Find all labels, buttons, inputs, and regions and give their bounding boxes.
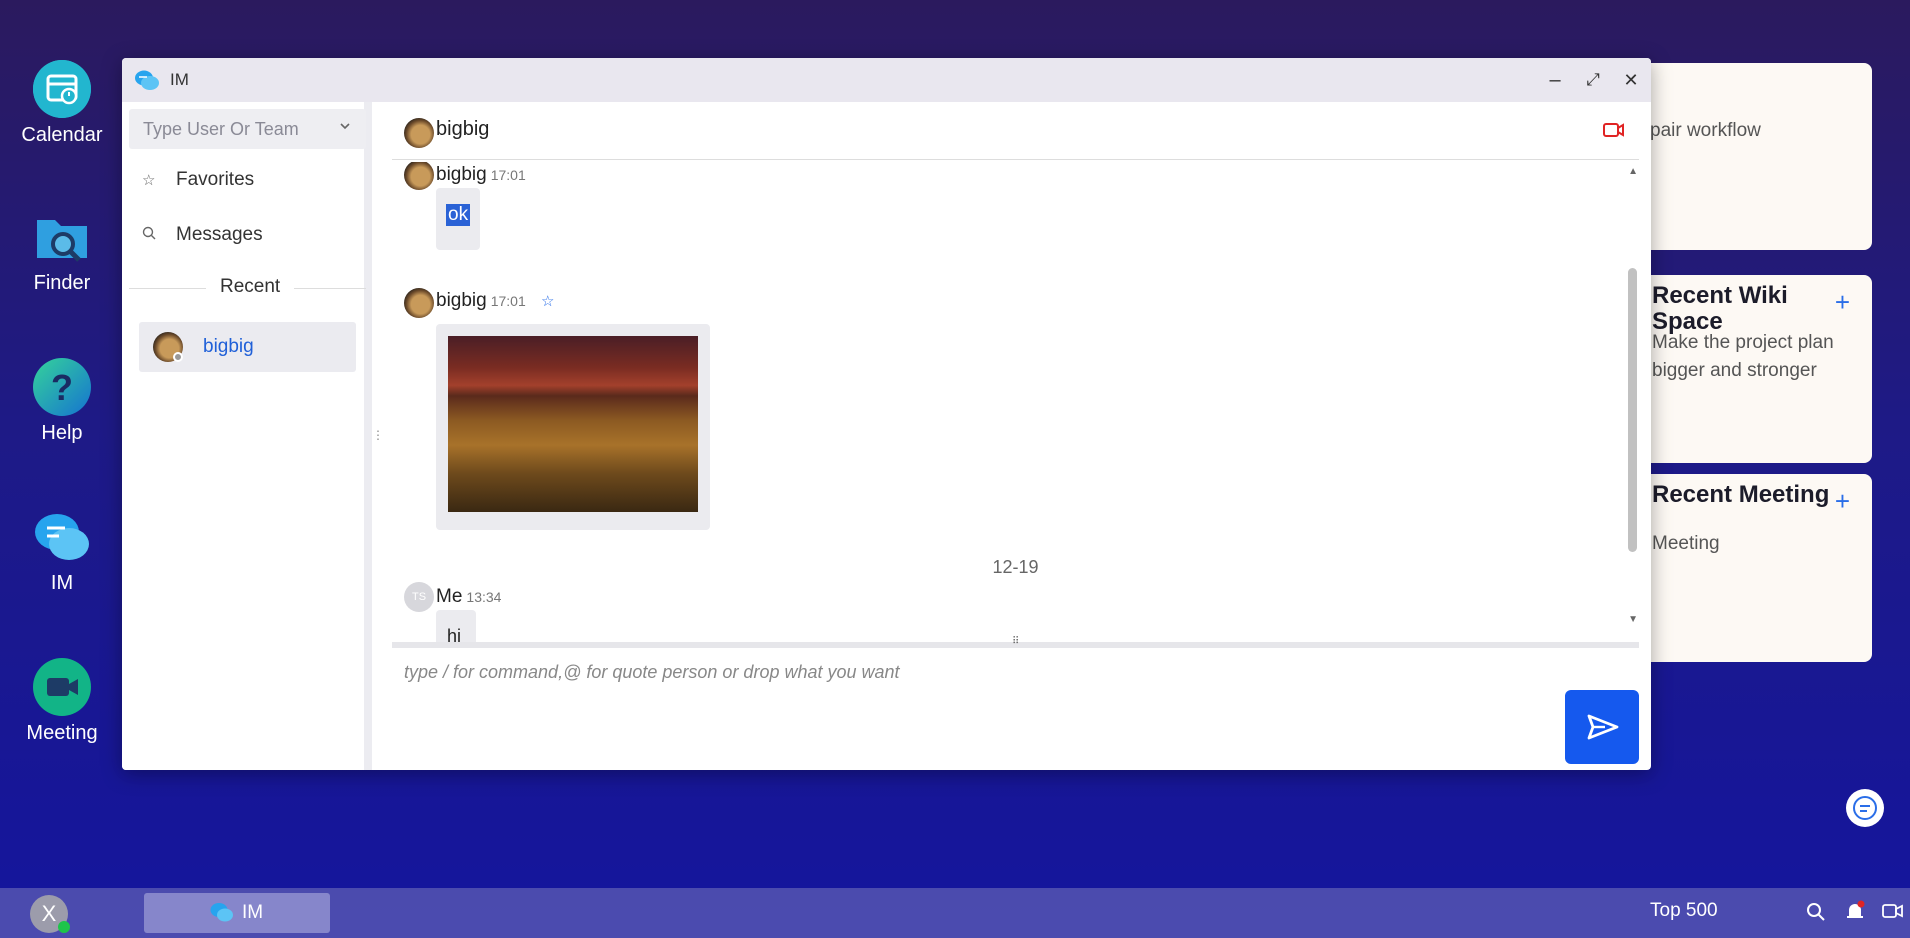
sidebar-item-messages[interactable]: Messages — [142, 224, 263, 246]
recent-item-bigbig[interactable]: bigbig — [139, 322, 356, 372]
message-time: 17:01 — [490, 167, 526, 183]
desktop-im[interactable]: IM — [18, 508, 106, 595]
window-title: IM — [170, 70, 189, 89]
chat-bubble-icon — [1853, 796, 1877, 820]
date-divider: 12-19 — [992, 557, 1039, 577]
video-icon[interactable] — [1882, 902, 1904, 926]
recent-item-name: bigbig — [203, 336, 254, 357]
top-500-link[interactable]: Top 500 — [1650, 900, 1718, 922]
drag-handle-icon: ⠿ — [1012, 636, 1020, 647]
message-sender: Me — [436, 586, 463, 607]
support-chat-button[interactable] — [1846, 789, 1884, 827]
online-status-dot — [58, 921, 70, 933]
message-header: bigbig 17:01 — [436, 164, 526, 186]
search-placeholder: Type User Or Team — [143, 119, 299, 139]
message-text: ok — [446, 204, 471, 226]
desktop-help[interactable]: ? Help — [18, 358, 106, 445]
messages-label: Messages — [176, 224, 263, 245]
favorites-label: Favorites — [176, 169, 255, 190]
im-app-icon — [134, 69, 160, 96]
star-icon: ☆ — [142, 172, 156, 189]
taskbar-item-im[interactable]: IM — [144, 893, 330, 933]
canyon-image[interactable] — [448, 336, 698, 512]
avatar — [404, 288, 434, 318]
finder-label: Finder — [33, 272, 91, 294]
im-chat-icon — [33, 508, 91, 566]
message-header: bigbig 17:01 ☆ — [436, 290, 555, 312]
chat-header: bigbig — [392, 102, 1639, 160]
avatar — [404, 118, 434, 148]
status-dot — [173, 352, 183, 362]
search-icon — [142, 226, 162, 244]
message-time: 13:34 — [466, 589, 502, 605]
minimize-button[interactable]: – — [1541, 66, 1569, 94]
message-time: 17:01 — [490, 293, 526, 309]
send-icon — [1587, 714, 1619, 740]
meeting-widget[interactable]: Recent Meeting Meeting + — [1620, 474, 1872, 662]
wiki-add-button[interactable]: + — [1835, 287, 1850, 318]
im-app-icon — [210, 902, 234, 927]
wiki-widget[interactable]: Recent Wiki Space Make the project plan … — [1620, 275, 1872, 463]
desktop-meeting[interactable]: Meeting — [18, 658, 106, 745]
video-call-icon[interactable] — [1603, 122, 1625, 143]
image-message-bubble[interactable] — [436, 324, 710, 530]
avatar — [404, 162, 434, 190]
help-label: Help — [41, 422, 83, 444]
wiki-widget-subtitle: Make the project plan bigger and stronge… — [1652, 332, 1834, 381]
close-button[interactable]: ✕ — [1617, 66, 1645, 94]
message-bubble[interactable]: hi — [436, 610, 476, 642]
message-text: hi — [447, 626, 462, 642]
help-icon: ? — [33, 358, 91, 416]
recent-heading: Recent — [206, 276, 295, 298]
maximize-button[interactable]: ⤢ — [1579, 66, 1607, 94]
taskbar: X IM Top 500 — [0, 888, 1910, 938]
taskbar-item-label: IM — [242, 902, 264, 923]
im-sidebar: Type User Or Team ☆ Favorites Messages Re… — [122, 102, 372, 770]
scrollbar-thumb[interactable] — [1628, 268, 1637, 552]
message-sender: bigbig — [436, 164, 487, 185]
message-input[interactable]: type / for command,@ for quote person or… — [392, 652, 1639, 764]
message-bubble[interactable]: ok — [436, 188, 480, 250]
svg-text:?: ? — [51, 367, 73, 408]
meeting-widget-title: Recent Meeting — [1652, 481, 1830, 508]
finder-folder-icon — [33, 208, 91, 266]
message-header: Me 13:34 — [436, 586, 501, 608]
user-team-search[interactable]: Type User Or Team — [129, 109, 366, 149]
meeting-widget-subtitle: Meeting — [1652, 533, 1720, 554]
chat-contact-name: bigbig — [436, 118, 490, 140]
avatar: TS — [404, 582, 434, 612]
scroll-down-icon[interactable]: ▼ — [1628, 614, 1638, 625]
search-icon[interactable] — [1806, 902, 1826, 928]
sidebar-item-favorites[interactable]: ☆ Favorites — [142, 169, 254, 191]
favorite-star-icon[interactable]: ☆ — [541, 293, 554, 310]
calendar-icon — [33, 60, 91, 118]
meeting-label: Meeting — [26, 722, 98, 744]
message-scrollbar[interactable]: ▲ ▼ — [1625, 162, 1639, 642]
desktop-finder[interactable]: Finder — [18, 208, 106, 295]
scroll-up-icon[interactable]: ▲ — [1628, 166, 1638, 177]
meeting-video-icon — [33, 658, 91, 716]
message-list[interactable]: bigbig 17:01 ok bigbig 17:01 ☆ 12-19 TS Me… — [392, 162, 1639, 642]
message-sender: bigbig — [436, 290, 487, 311]
meeting-add-button[interactable]: + — [1835, 486, 1850, 517]
im-label: IM — [50, 572, 74, 594]
chevron-down-icon[interactable] — [338, 119, 352, 136]
send-button[interactable] — [1565, 690, 1639, 764]
wiki-widget-title: Recent Wiki Space — [1652, 282, 1788, 335]
bell-icon[interactable] — [1844, 900, 1866, 928]
window-titlebar[interactable]: IM – ⤢ ✕ — [122, 58, 1651, 102]
desktop-calendar[interactable]: Calendar — [18, 60, 106, 147]
im-window: IM – ⤢ ✕ Type User Or Team ☆ Favorites Me… — [122, 58, 1651, 770]
input-resize-handle[interactable]: ⠿ — [392, 636, 1639, 648]
chat-panel: bigbig bigbig 17:01 ok bigbig 17:01 ☆ 12… — [380, 102, 1651, 770]
workflow-widget[interactable]: pair workflow — [1620, 63, 1872, 250]
calendar-label: Calendar — [21, 124, 103, 146]
input-placeholder: type / for command,@ for quote person or… — [404, 662, 900, 682]
workflow-widget-subtitle: pair workflow — [1650, 120, 1761, 141]
